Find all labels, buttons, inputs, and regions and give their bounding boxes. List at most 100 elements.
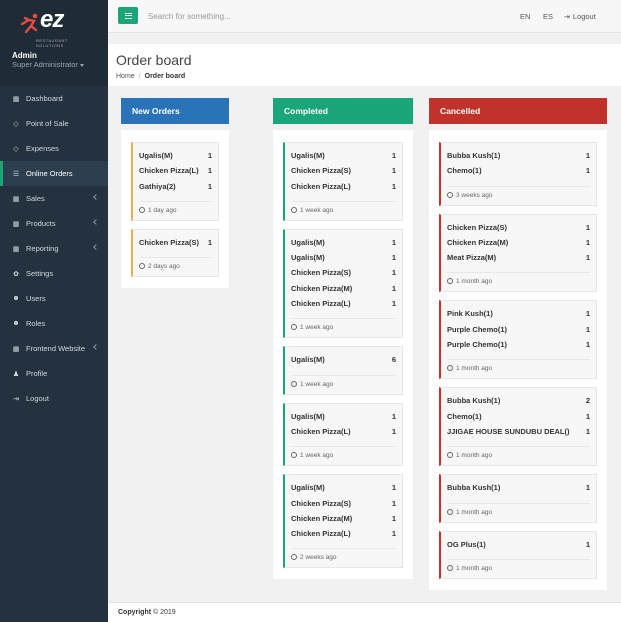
sidebar-item-label: Roles xyxy=(26,319,46,328)
sidebar-item-reporting[interactable]: ▦ Reporting xyxy=(0,236,108,261)
menu-toggle-button[interactable] xyxy=(118,7,138,24)
order-item-qty: 1 xyxy=(585,309,590,319)
order-item-row: Meat Pizza(M) 1 xyxy=(447,253,590,268)
sidebar-item-dashboard[interactable]: ▦ Dashboard xyxy=(0,86,108,111)
topbar: EN ES ⇥Logout xyxy=(108,0,621,33)
order-time: 1 week ago xyxy=(291,446,396,459)
order-time-text: 1 month ago xyxy=(456,508,493,516)
order-item-row: Chicken Pizza(S) 1 xyxy=(291,166,396,181)
logout-link[interactable]: ⇥ Logout xyxy=(564,12,596,21)
order-item-qty: 1 xyxy=(391,151,396,160)
order-item-qty: 1 xyxy=(585,426,590,436)
order-item-name: Chicken Pizza(L) xyxy=(291,299,351,309)
sidebar-item-point-of-sale[interactable]: ◇ Point of Sale xyxy=(0,111,108,136)
order-item-qty: 1 xyxy=(391,426,396,436)
clock-icon xyxy=(291,554,297,561)
order-item-name: Chicken Pizza(M) xyxy=(447,237,509,247)
order-time: 3 weeks ago xyxy=(447,185,590,199)
order-item-qty: 1 xyxy=(585,253,590,263)
sidebar-item-expenses[interactable]: ◇ Expenses xyxy=(0,136,108,161)
column-body-new: Ugalis(M) 1 Chicken Pizza(L) 1 Gathiya(2) 1 1 … xyxy=(121,130,229,289)
runner-logo-icon xyxy=(20,13,38,34)
grid-icon: ▦ xyxy=(12,245,20,253)
order-card[interactable]: Bubba Kush(1) 2 Chemo(1) 1 JJIGAE HOUSE SUND… xyxy=(439,387,597,467)
caret-down-icon xyxy=(79,63,84,67)
sidebar-item-label: Profile xyxy=(26,369,48,378)
order-card[interactable]: Ugalis(M) 1 Chicken Pizza(S) 1 Chicken Pizza… xyxy=(283,142,403,221)
order-card[interactable]: Chicken Pizza(S) 1 Chicken Pizza(M) 1 Meat P… xyxy=(439,213,597,293)
admin-role-dropdown[interactable]: Super Administrator xyxy=(12,60,84,69)
search-input[interactable] xyxy=(148,9,348,24)
order-time: 1 week ago xyxy=(291,200,396,214)
logo[interactable]: ez RESTAURANT SOLUTIONS xyxy=(12,6,82,48)
order-card[interactable]: Bubba Kush(1) 1 Chemo(1) 1 3 weeks ago xyxy=(439,142,597,206)
logout-icon: ⇥ xyxy=(13,395,19,403)
breadcrumb: Home / Order board xyxy=(116,73,185,80)
order-item-qty: 1 xyxy=(391,411,396,421)
order-item-name: Chicken Pizza(L) xyxy=(291,529,351,539)
order-card[interactable]: Ugalis(M) 1 Chicken Pizza(S) 1 Chicken Pizza… xyxy=(283,474,403,569)
order-item-name: Chicken Pizza(L) xyxy=(291,426,351,436)
order-item-row: Chicken Pizza(L) 1 xyxy=(291,182,396,197)
order-item-row: Chicken Pizza(S) 1 xyxy=(291,268,396,283)
order-item-name: Ugalis(M) xyxy=(291,253,325,263)
sidebar-item-users[interactable]: ☻ Users xyxy=(0,286,108,311)
gear-icon: ✿ xyxy=(13,270,19,278)
page-title: Order board xyxy=(116,52,192,68)
list-icon: ☰ xyxy=(12,170,20,178)
sidebar-item-frontend-website[interactable]: ▦ Frontend Website xyxy=(0,336,108,361)
sidebar-item-label: Frontend Website xyxy=(26,344,86,353)
order-item-name: Ugalis(M) xyxy=(291,483,325,493)
logout-icon: ⇥ xyxy=(564,14,570,21)
users-icon: ☻ xyxy=(12,320,20,327)
order-card[interactable]: Bubba Kush(1) 1 1 month ago xyxy=(439,474,597,523)
sidebar-item-settings[interactable]: ✿ Settings xyxy=(0,261,108,286)
order-item-row: Ugalis(M) 1 xyxy=(291,412,396,427)
sidebar-item-roles[interactable]: ☻ Roles xyxy=(0,311,108,336)
sidebar-item-label: Expenses xyxy=(26,144,59,153)
clock-icon xyxy=(447,452,453,459)
order-item-qty: 1 xyxy=(207,166,212,176)
order-card[interactable]: Ugalis(M) 1 Chicken Pizza(L) 1 Gathiya(2) 1 1 … xyxy=(131,142,219,221)
brand: ez RESTAURANT SOLUTIONS Admin Super Admi… xyxy=(0,0,108,86)
order-card[interactable]: Ugalis(M) 1 Ugalis(M) 1 Chicken Pizza(S) 1 Chi… xyxy=(283,228,403,339)
sidebar-item-profile[interactable]: ♟ Profile xyxy=(0,361,108,386)
order-item-name: Chicken Pizza(L) xyxy=(291,181,351,191)
copyright-text: © 2019 xyxy=(153,609,176,616)
order-item-row: Chicken Pizza(M) 1 xyxy=(291,514,396,529)
order-item-row: Ugalis(M) 1 xyxy=(291,483,396,498)
order-item-name: Bubba Kush(1) xyxy=(447,151,501,160)
sidebar-item-label: Sales xyxy=(26,194,45,203)
grid-icon: ▦ xyxy=(12,220,20,228)
order-item-name: Purple Chemo(1) xyxy=(447,324,508,334)
order-time: 2 days ago xyxy=(139,257,212,270)
clock-icon xyxy=(139,263,145,270)
breadcrumb-home[interactable]: Home xyxy=(116,73,135,80)
sidebar-item-products[interactable]: ▦ Products xyxy=(0,211,108,236)
order-card[interactable]: Ugalis(M) 1 Chicken Pizza(L) 1 1 week ago xyxy=(283,402,403,467)
order-item-row: Purple Chemo(1) 1 xyxy=(447,325,590,340)
order-item-qty: 1 xyxy=(391,166,396,176)
order-item-row: Purple Chemo(1) 1 xyxy=(447,340,590,355)
sidebar-item-online-orders[interactable]: ☰ Online Orders xyxy=(0,161,108,186)
order-card[interactable]: OG Plus(1) 1 1 month ago xyxy=(439,530,597,579)
order-item-name: Chemo(1) xyxy=(447,411,482,421)
order-card[interactable]: Chicken Pizza(S) 1 2 days ago xyxy=(131,228,219,278)
logo-text: ez xyxy=(40,6,64,33)
lang-es-link[interactable]: ES xyxy=(543,12,553,21)
order-item-name: Pink Kush(1) xyxy=(447,309,493,319)
hamburger-icon xyxy=(124,12,132,19)
order-item-qty: 1 xyxy=(585,411,590,421)
order-item-name: Ugalis(M) xyxy=(291,151,325,160)
chevron-left-icon xyxy=(93,219,99,225)
sidebar-item-sales[interactable]: ▦ Sales xyxy=(0,186,108,211)
sidebar-item-logout[interactable]: ⇥ Logout xyxy=(0,386,108,411)
diamond-icon: ◇ xyxy=(13,145,19,153)
lang-en-link[interactable]: EN xyxy=(520,12,530,21)
clock-icon xyxy=(291,324,297,331)
order-card[interactable]: Ugalis(M) 6 1 week ago xyxy=(283,346,403,395)
order-card[interactable]: Pink Kush(1) 1 Purple Chemo(1) 1 Purple Chem… xyxy=(439,300,597,380)
order-time-text: 2 days ago xyxy=(148,263,180,271)
order-item-row: Chicken Pizza(S) 1 xyxy=(447,223,590,238)
order-item-qty: 1 xyxy=(585,340,590,350)
